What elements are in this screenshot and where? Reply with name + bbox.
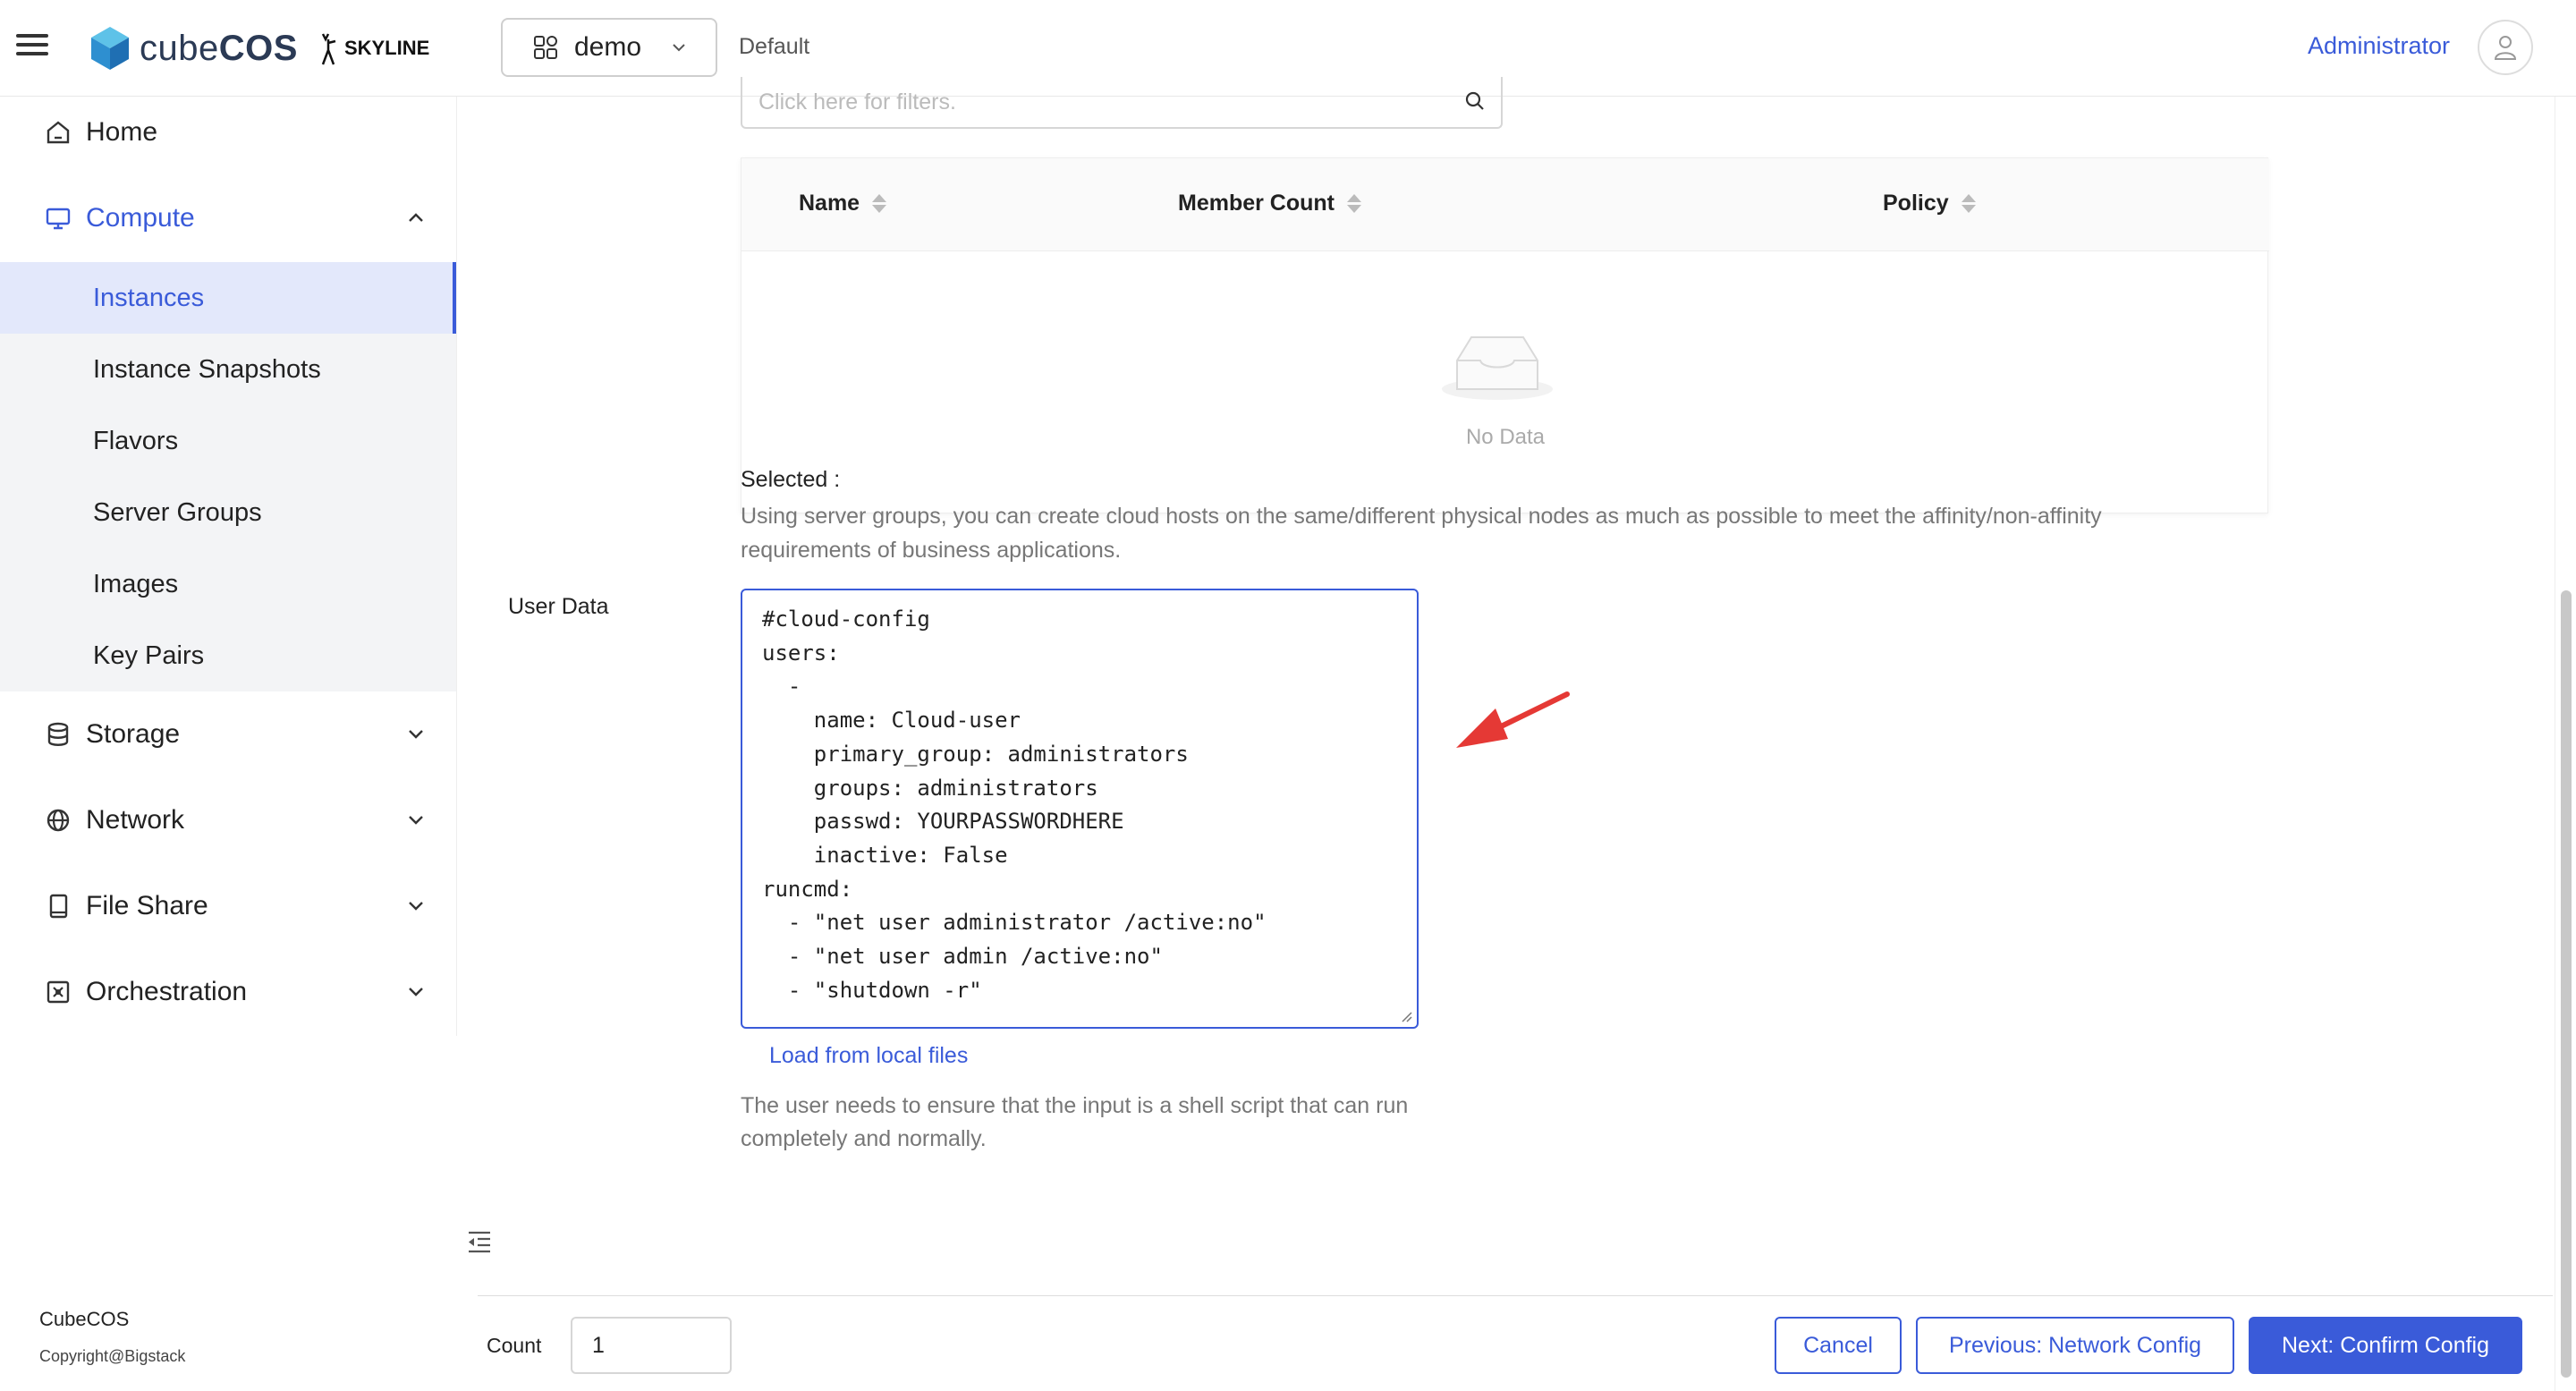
skyline-logo: SKYLINE — [318, 30, 429, 66]
user-data-label: User Data — [508, 594, 609, 619]
filter-placeholder: Click here for filters. — [758, 89, 956, 115]
count-label: Count — [487, 1334, 542, 1357]
footer-product-name: CubeCOS — [39, 1308, 130, 1330]
sidebar-item-storage[interactable]: Storage — [0, 699, 456, 770]
server-group-help: Using server groups, you can create clou… — [741, 504, 2102, 563]
sort-icon[interactable] — [872, 194, 887, 213]
sidebar-divider — [456, 97, 457, 1036]
search-icon[interactable] — [1463, 89, 1487, 113]
sidebar-item-server-groups[interactable]: Server Groups — [0, 477, 456, 548]
brand-logo[interactable]: cubeCOS SKYLINE — [89, 23, 429, 73]
next-step-button[interactable]: Next: Confirm Config — [2249, 1317, 2522, 1374]
cancel-button[interactable]: Cancel — [1775, 1317, 1902, 1374]
sidebar-item-label: File Share — [86, 891, 208, 920]
orchestration-icon — [43, 977, 73, 1007]
server-group-filter-input[interactable]: Click here for filters. — [741, 77, 1503, 129]
sidebar: Home Compute Instances Instance Snapshot… — [0, 97, 456, 1391]
sidebar-item-images[interactable]: Images — [0, 548, 456, 620]
column-header-policy[interactable]: Policy — [1883, 191, 1976, 216]
user-data-help: The user needs to ensure that the input … — [741, 1093, 1409, 1151]
column-header-member-count[interactable]: Member Count — [1178, 191, 1361, 216]
sidebar-item-label: Storage — [86, 719, 181, 749]
chevron-down-icon — [409, 988, 423, 997]
footer-copyright: Copyright@Bigstack — [39, 1347, 186, 1365]
domain-label: Default — [739, 34, 810, 59]
sidebar-item-label: Orchestration — [86, 977, 248, 1006]
sidebar-item-network[interactable]: Network — [0, 785, 456, 856]
user-icon — [2494, 36, 2517, 60]
file-icon — [43, 891, 73, 921]
chevron-down-icon — [409, 816, 423, 825]
sidebar-item-orchestration[interactable]: Orchestration — [0, 956, 456, 1028]
server-group-table: Name Member Count Policy No Data — [741, 157, 2269, 513]
compute-submenu: Instances Instance Snapshots Flavors Ser… — [0, 262, 456, 691]
brand-name: cubeCOS — [140, 28, 298, 68]
load-local-files-link[interactable]: Load from local files — [769, 1043, 968, 1069]
project-select[interactable]: demo — [501, 18, 717, 77]
scrollbar-thumb[interactable] — [2561, 590, 2572, 1378]
table-header: Name Member Count Policy — [741, 158, 2269, 251]
count-input[interactable]: 1 — [571, 1317, 732, 1374]
collapse-sidebar-icon[interactable] — [465, 1227, 494, 1256]
sort-icon[interactable] — [1961, 194, 1976, 213]
resize-handle-icon[interactable] — [1401, 1011, 1413, 1023]
menu-icon[interactable] — [16, 29, 48, 64]
chevron-down-icon — [409, 902, 423, 911]
avatar[interactable] — [2478, 20, 2533, 75]
project-name: demo — [574, 32, 642, 62]
chevron-down-icon — [409, 730, 423, 739]
sidebar-item-file-share[interactable]: File Share — [0, 870, 456, 942]
sidebar-item-instance-snapshots[interactable]: Instance Snapshots — [0, 334, 456, 405]
sidebar-item-label: Network — [86, 805, 185, 835]
previous-step-button[interactable]: Previous: Network Config — [1916, 1317, 2234, 1374]
sidebar-item-label: Compute — [86, 203, 195, 233]
sidebar-item-label: Home — [86, 117, 158, 147]
empty-inbox-icon — [1442, 336, 1553, 400]
monitor-icon — [43, 203, 73, 233]
chevron-up-icon — [409, 213, 423, 222]
sidebar-item-compute[interactable]: Compute — [0, 182, 456, 254]
chevron-down-icon — [673, 44, 685, 52]
column-header-name[interactable]: Name — [799, 191, 887, 216]
sidebar-item-flavors[interactable]: Flavors — [0, 405, 456, 477]
scrollbar[interactable] — [2555, 97, 2576, 1391]
empty-state-text: No Data — [1465, 425, 1546, 449]
sort-icon[interactable] — [1347, 194, 1361, 213]
selected-label: Selected : — [741, 467, 841, 492]
home-icon — [43, 117, 73, 148]
deer-icon — [321, 33, 336, 65]
wizard-footer — [478, 1295, 2553, 1391]
annotation-arrow-icon — [1456, 691, 1570, 748]
globe-icon — [43, 805, 73, 835]
user-name-link[interactable]: Administrator — [2308, 32, 2450, 60]
grid-icon — [534, 36, 557, 59]
database-icon — [43, 719, 73, 750]
user-data-textarea[interactable]: #cloud-config users: - name: Cloud-user … — [741, 589, 1419, 1029]
sidebar-item-home[interactable]: Home — [0, 97, 456, 168]
sidebar-item-key-pairs[interactable]: Key Pairs — [0, 620, 456, 691]
sidebar-item-instances[interactable]: Instances — [0, 262, 456, 334]
cube-logo-icon — [91, 27, 129, 70]
